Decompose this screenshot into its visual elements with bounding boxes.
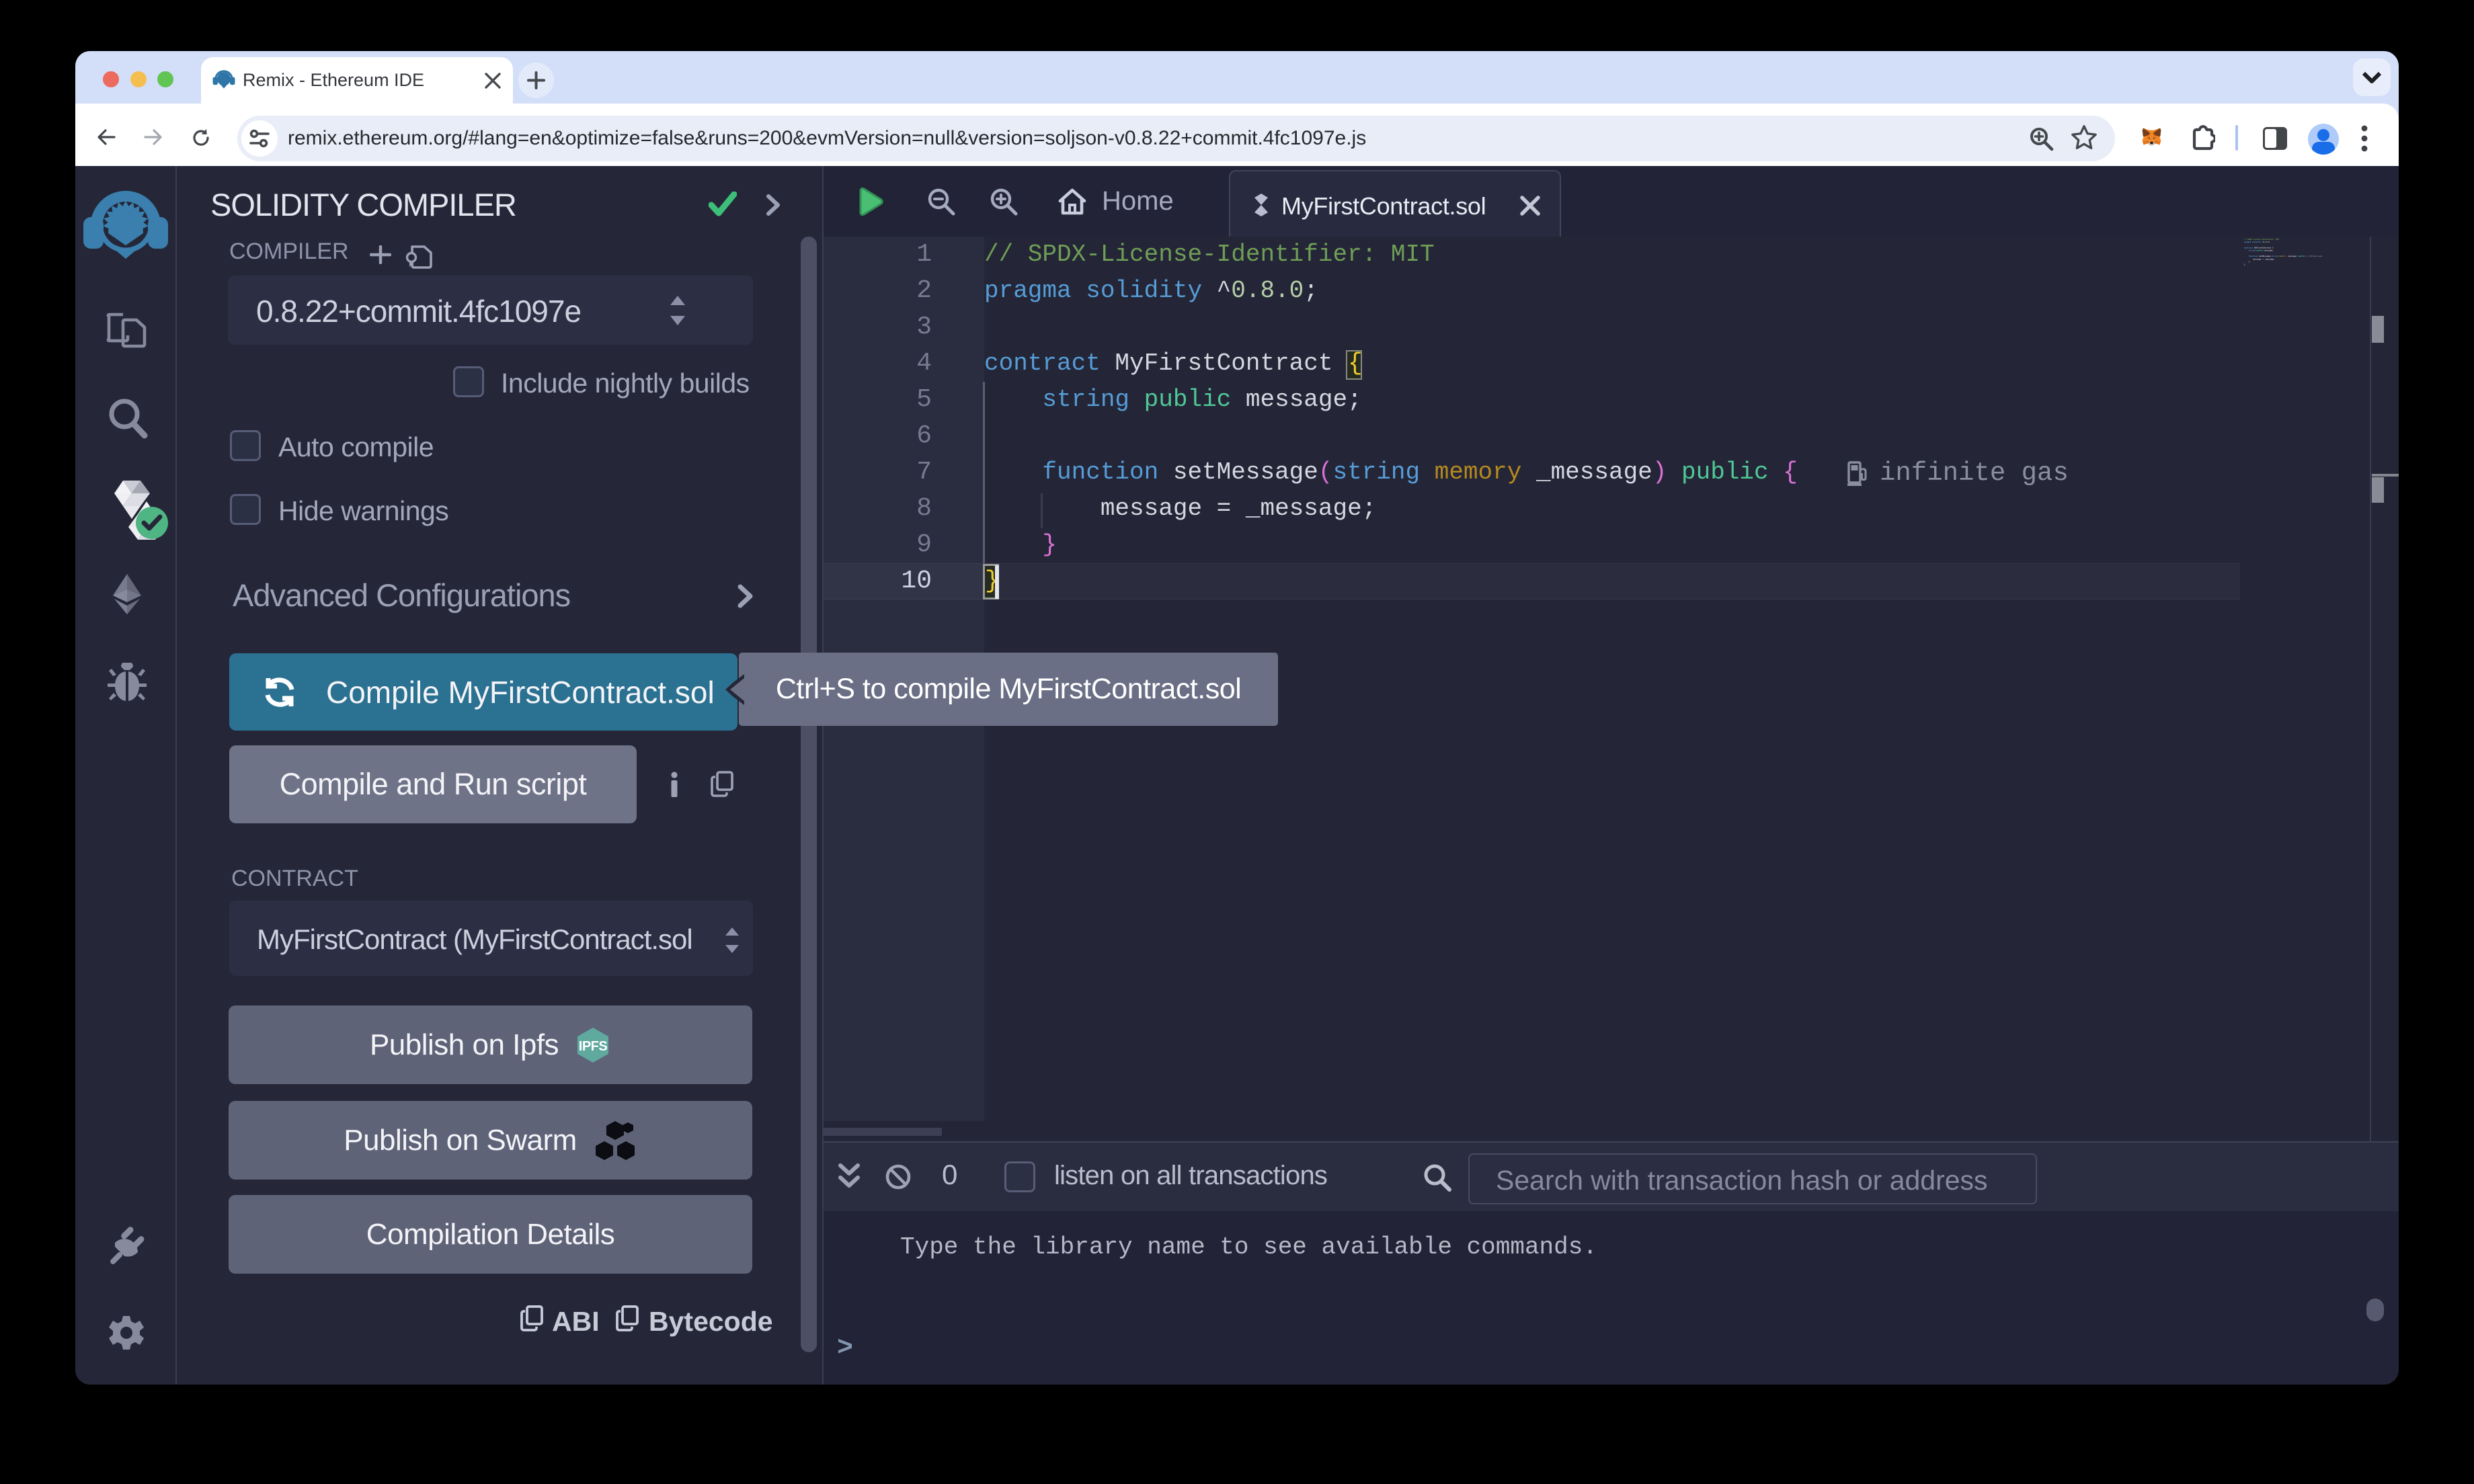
svg-text:IPFS: IPFS [579,1039,608,1054]
